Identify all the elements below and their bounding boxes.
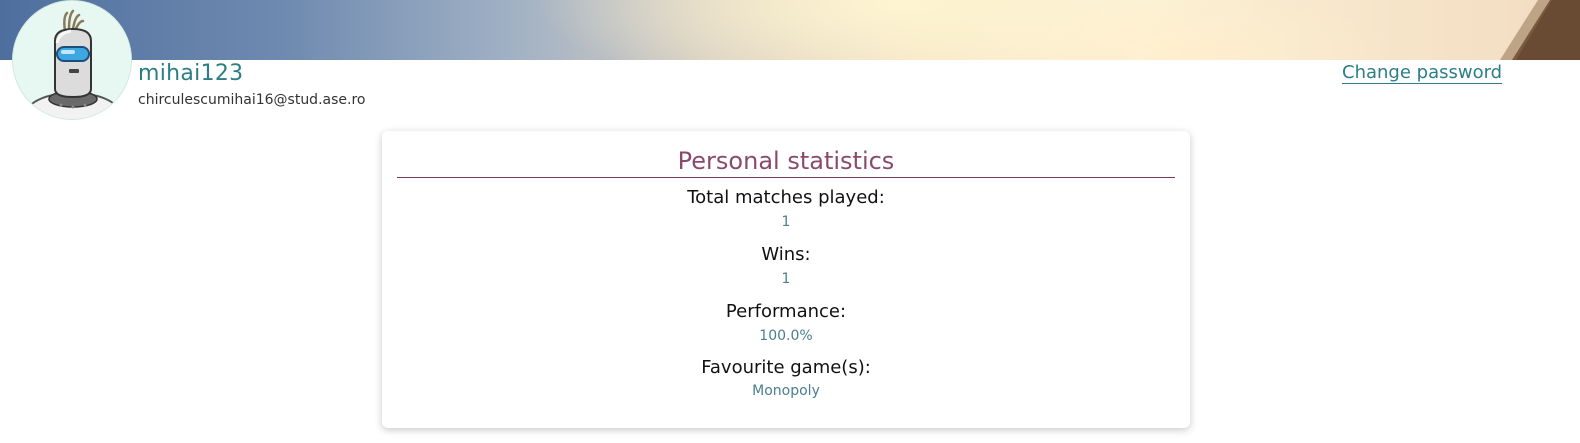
stat-value-total-matches: 1 <box>781 214 791 230</box>
personal-statistics-card: Personal statistics Total matches played… <box>382 131 1190 428</box>
banner-decoration <box>1500 0 1580 60</box>
card-divider <box>397 177 1175 178</box>
stat-value-wins: 1 <box>781 271 791 287</box>
change-password-link[interactable]: Change password <box>1342 62 1502 83</box>
card-title: Personal statistics <box>677 147 895 175</box>
stat-label-favourite-games: Favourite game(s): <box>701 357 871 378</box>
stat-label-wins: Wins: <box>761 244 811 265</box>
stat-value-performance: 100.0% <box>759 328 813 344</box>
stat-label-total-matches: Total matches played: <box>687 187 885 208</box>
stat-label-performance: Performance: <box>725 301 847 322</box>
stat-value-favourite-games: Monopoly <box>752 383 820 399</box>
profile-email: chirculescumihai16@stud.ase.ro <box>138 92 366 108</box>
avatar <box>12 0 132 120</box>
profile-banner <box>0 0 1580 60</box>
profile-username: mihai123 <box>138 61 244 86</box>
profile-page: mihai123 chirculescumihai16@stud.ase.ro … <box>0 0 1580 443</box>
robot-avatar-icon <box>13 1 131 119</box>
